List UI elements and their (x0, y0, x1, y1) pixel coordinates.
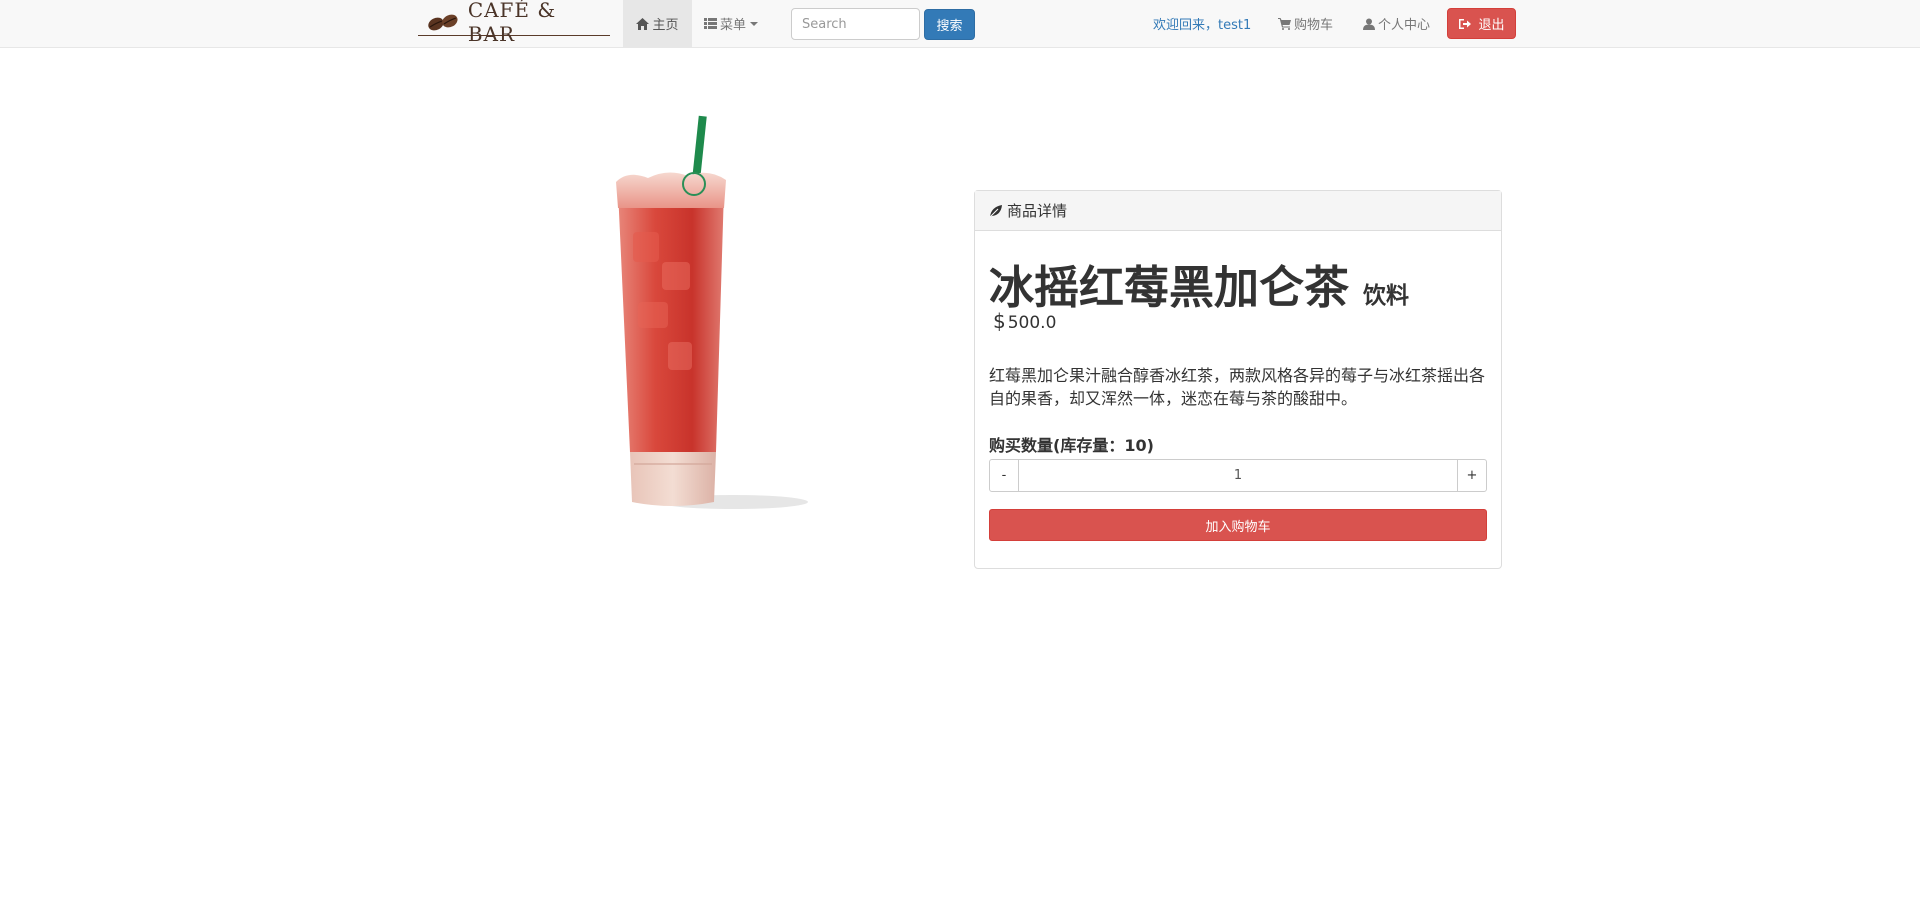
logout-label: 退出 (1478, 18, 1505, 33)
welcome-link[interactable]: 欢迎回来，test1 (1153, 0, 1251, 47)
product-title: 冰摇红莓黑加仑茶 饮料 (989, 251, 1409, 316)
list-icon (704, 18, 717, 29)
caret-down-icon (750, 21, 759, 26)
coffee-beans-icon (428, 14, 458, 31)
product-detail-panel: 商品详情 冰摇红莓黑加仑茶 饮料 $ 500.0 红莓黑加仑果汁融合醇香冰红茶，… (974, 190, 1502, 569)
product-price: $ 500.0 (993, 309, 1056, 333)
panel-heading: 商品详情 (975, 191, 1501, 231)
search-input[interactable] (791, 8, 920, 40)
panel-heading-text: 商品详情 (1007, 202, 1068, 220)
logout-icon (1458, 18, 1472, 30)
quantity-input[interactable] (1019, 459, 1457, 492)
product-description: 红莓黑加仑果汁融合醇香冰红茶，两款风格各异的莓子与冰红茶摇出各自的果香，却又浑然… (989, 366, 1486, 408)
home-icon (636, 17, 650, 30)
nav-menu-dropdown[interactable]: 菜单 (704, 0, 764, 47)
product-category: 饮料 (1363, 283, 1410, 309)
product-image (616, 115, 808, 509)
price-value: 500.0 (1007, 313, 1057, 333)
brand-text: CAFÉ & BAR (467, 0, 557, 46)
search-button[interactable]: 搜索 (924, 9, 975, 40)
logout-button[interactable]: 退出 (1447, 8, 1516, 39)
nav-home[interactable]: 主页 (623, 0, 692, 47)
quantity-increment-button[interactable]: + (1457, 459, 1487, 492)
nav-cart[interactable]: 购物车 (1278, 0, 1333, 47)
currency-symbol: $ (993, 309, 1006, 333)
nav-menu-label: 菜单 (720, 18, 747, 33)
product-name: 冰摇红莓黑加仑茶 (989, 261, 1350, 314)
nav-profile[interactable]: 个人中心 (1363, 0, 1430, 47)
quantity-stepper: - + (989, 459, 1487, 492)
nav-cart-label: 购物车 (1294, 18, 1334, 33)
leaf-icon (989, 204, 1003, 218)
user-icon (1363, 18, 1375, 30)
add-to-cart-button[interactable]: 加入购物车 (989, 509, 1487, 541)
navbar: CAFÉ & BAR 主页 菜单 搜索 欢迎回来，test1 购物车 个人中心 … (0, 0, 1920, 48)
nav-home-label: 主页 (652, 18, 679, 33)
quantity-label: 购买数量(库存量：10) (989, 436, 1154, 455)
brand-logo[interactable]: CAFÉ & BAR (418, 0, 610, 46)
quantity-decrement-button[interactable]: - (989, 459, 1019, 492)
nav-profile-label: 个人中心 (1378, 18, 1431, 33)
shopping-cart-icon (1278, 17, 1291, 30)
